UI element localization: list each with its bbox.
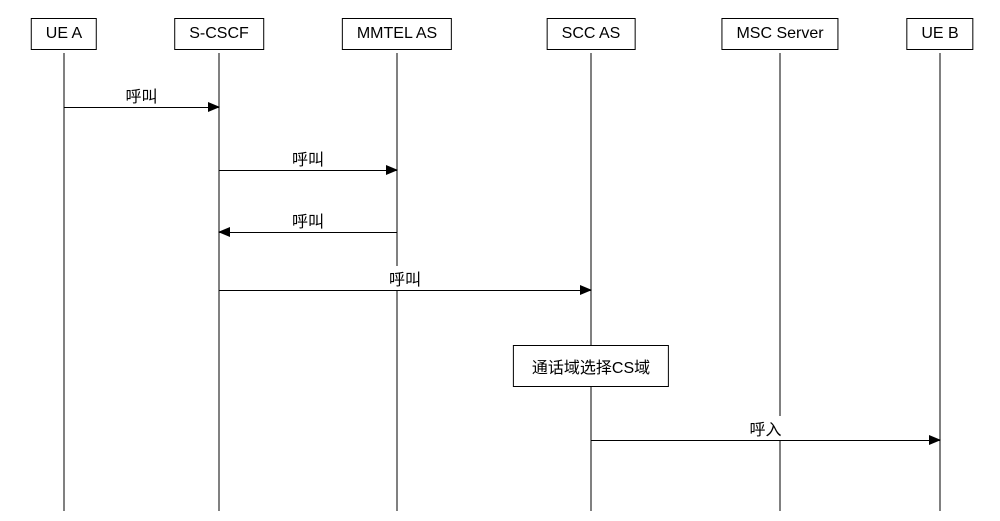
lifeline-msc-server [780,53,781,511]
message-label: 呼叫 [121,83,161,107]
note-domain-selection: 通话域选择CS域 [513,345,669,387]
message-label: 呼叫 [385,266,425,290]
message-s-cscf-to-mmtel-as: 呼叫 [219,170,397,171]
message-label: 呼叫 [288,208,328,232]
arrow-right-icon [208,102,220,112]
message-scc-as-to-ue-b: 呼入 [591,440,940,441]
lifeline-ue-a [64,53,65,511]
message-ue-a-to-s-cscf: 呼叫 [64,107,219,108]
actor-ue-b: UE B [906,18,973,50]
sequence-diagram: UE A S-CSCF MMTEL AS SCC AS MSC Server U… [0,0,1000,521]
message-label: 呼叫 [288,146,328,170]
lifeline-scc-as [591,53,592,511]
arrow-right-icon [386,165,398,175]
lifeline-s-cscf [219,53,220,511]
actor-s-cscf: S-CSCF [174,18,264,50]
actor-scc-as: SCC AS [547,18,636,50]
message-label: 呼入 [745,416,785,440]
arrow-left-icon [218,227,230,237]
arrow-right-icon [929,435,941,445]
arrow-right-icon [580,285,592,295]
actor-mmtel-as: MMTEL AS [342,18,452,50]
message-s-cscf-to-scc-as: 呼叫 [219,290,591,291]
message-mmtel-as-to-s-cscf: 呼叫 [219,232,397,233]
actor-ue-a: UE A [31,18,97,50]
actor-msc-server: MSC Server [721,18,838,50]
